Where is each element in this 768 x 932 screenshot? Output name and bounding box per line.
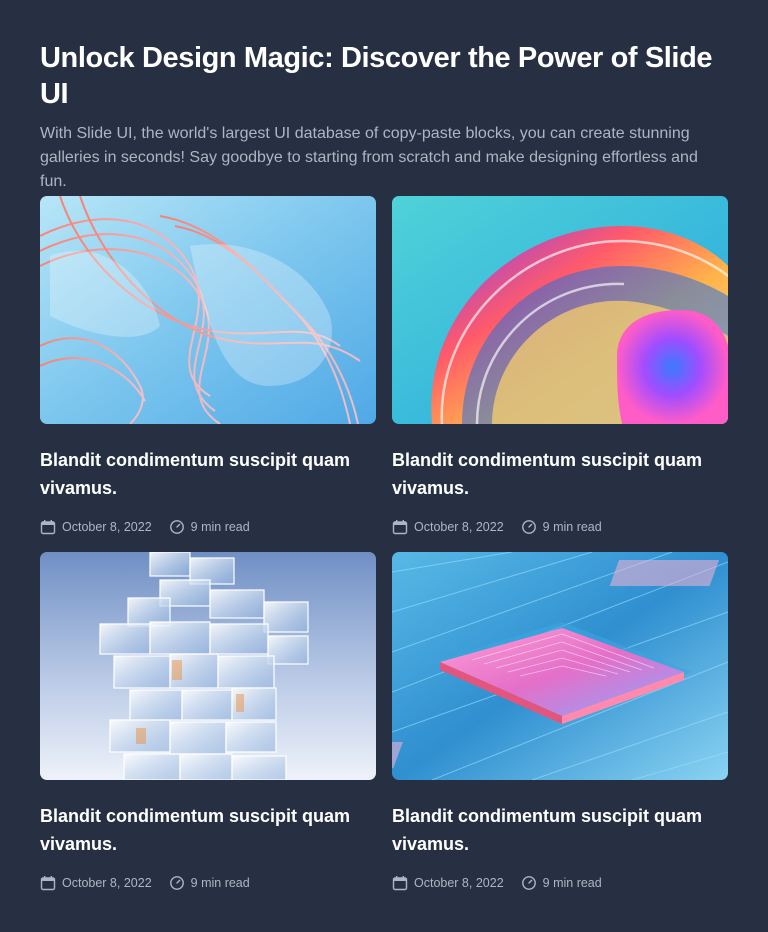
post-date: October 8, 2022 [40,519,152,535]
post-title[interactable]: Blandit condimentum suscipit quam vivamu… [40,802,376,858]
post-date-label: October 8, 2022 [62,520,152,534]
post-date-label: October 8, 2022 [414,520,504,534]
post-date: October 8, 2022 [392,519,504,535]
post-read-time: 9 min read [521,519,602,535]
page: Unlock Design Magic: Discover the Power … [0,0,768,932]
clock-icon [521,875,537,891]
calendar-icon [40,875,56,891]
page-description: With Slide UI, the world's largest UI da… [40,125,698,190]
clock-icon [169,519,185,535]
post-read-time-label: 9 min read [190,520,250,534]
post-read-time-label: 9 min read [542,876,602,890]
post-card: Blandit condimentum suscipit quam vivamu… [392,196,728,536]
post-card: Blandit condimentum suscipit quam vivamu… [392,552,728,892]
post-meta: October 8, 2022 9 min read [40,519,250,535]
post-image-iridescent-swirl[interactable] [392,196,728,424]
page-title: Unlock Design Magic: Discover the Power … [40,42,713,110]
post-date-label: October 8, 2022 [62,876,152,890]
glass-ribbons-illustration [40,196,376,424]
post-date-label: October 8, 2022 [414,876,504,890]
clock-icon [521,519,537,535]
post-meta: October 8, 2022 9 min read [40,875,250,891]
post-meta: October 8, 2022 9 min read [392,875,602,891]
post-title[interactable]: Blandit condimentum suscipit quam vivamu… [40,446,376,502]
post-read-time: 9 min read [169,875,250,891]
calendar-icon [392,875,408,891]
post-card: Blandit condimentum suscipit quam vivamu… [40,196,376,536]
post-date: October 8, 2022 [40,875,152,891]
post-read-time: 9 min read [521,875,602,891]
post-read-time: 9 min read [169,519,250,535]
microchip-illustration [392,552,728,780]
post-grid: Blandit condimentum suscipit quam vivamu… [40,196,728,892]
post-date: October 8, 2022 [392,875,504,891]
post-image-glass-cubes[interactable] [40,552,376,780]
post-card: Blandit condimentum suscipit quam vivamu… [40,552,376,892]
post-read-time-label: 9 min read [542,520,602,534]
clock-icon [169,875,185,891]
calendar-icon [40,519,56,535]
iridescent-swirl-illustration [392,196,728,424]
post-image-glass-ribbons[interactable] [40,196,376,424]
post-title[interactable]: Blandit condimentum suscipit quam vivamu… [392,802,728,858]
post-title[interactable]: Blandit condimentum suscipit quam vivamu… [392,446,728,502]
post-image-microchip[interactable] [392,552,728,780]
post-meta: October 8, 2022 9 min read [392,519,602,535]
calendar-icon [392,519,408,535]
glass-cubes-illustration [40,552,376,780]
post-read-time-label: 9 min read [190,876,250,890]
